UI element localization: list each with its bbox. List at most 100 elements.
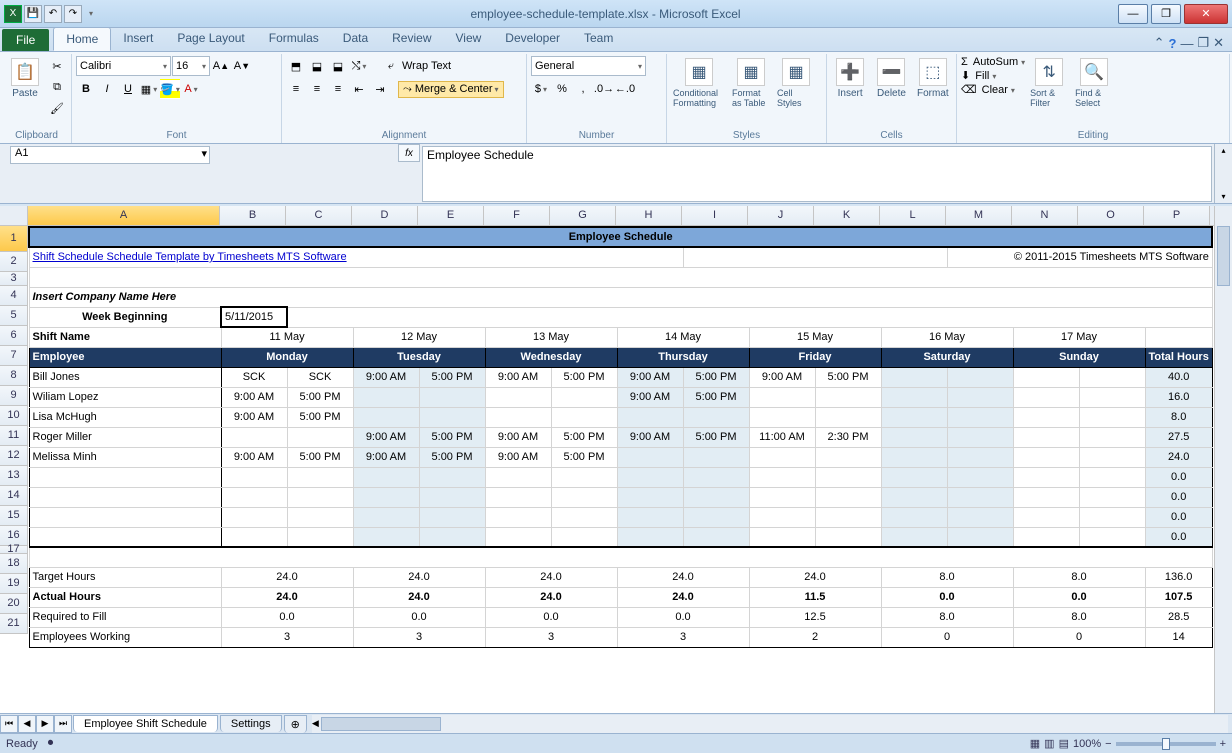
cell[interactable]: 0.0 — [1145, 467, 1212, 487]
align-middle-icon[interactable]: ⬓ — [307, 56, 327, 76]
comma-icon[interactable]: , — [573, 79, 593, 99]
cell[interactable] — [287, 467, 353, 487]
column-header[interactable]: D — [352, 206, 418, 225]
cell[interactable]: 9:00 AM — [353, 447, 419, 467]
cell[interactable] — [485, 507, 551, 527]
close-button[interactable]: ✕ — [1184, 4, 1228, 24]
file-tab[interactable]: File — [2, 29, 49, 51]
cell[interactable]: Employee — [29, 347, 221, 367]
format-painter-icon[interactable]: 🖌 — [47, 98, 67, 118]
ribbon-tab-data[interactable]: Data — [331, 27, 380, 51]
cell[interactable]: Wiliam Lopez — [29, 387, 221, 407]
row-header[interactable]: 6 — [0, 326, 27, 346]
cell-styles-button[interactable]: ▦Cell Styles — [775, 56, 817, 110]
cell[interactable]: 8.0 — [1013, 567, 1145, 587]
cell[interactable]: 27.5 — [1145, 427, 1212, 447]
cell[interactable] — [419, 527, 485, 547]
cell[interactable] — [683, 527, 749, 547]
cell[interactable] — [551, 507, 617, 527]
cell[interactable]: Employee Schedule — [29, 227, 1212, 247]
cell[interactable]: 5:00 PM — [419, 447, 485, 467]
row-header[interactable]: 18 — [0, 554, 27, 574]
column-header[interactable]: O — [1078, 206, 1144, 225]
formula-input[interactable]: Employee Schedule — [422, 146, 1212, 202]
cell[interactable] — [353, 407, 419, 427]
cell[interactable] — [1079, 427, 1145, 447]
cell[interactable]: 0.0 — [617, 607, 749, 627]
cell[interactable] — [1079, 487, 1145, 507]
cell[interactable] — [1079, 527, 1145, 547]
workbook-close-icon[interactable]: ✕ — [1213, 35, 1224, 51]
cell[interactable] — [749, 467, 815, 487]
cell[interactable] — [419, 507, 485, 527]
cell[interactable] — [29, 487, 221, 507]
cell[interactable] — [947, 407, 1013, 427]
cell[interactable] — [815, 527, 881, 547]
cell[interactable]: Roger Miller — [29, 427, 221, 447]
cell[interactable]: Actual Hours — [29, 587, 221, 607]
cell[interactable]: 9:00 AM — [221, 407, 287, 427]
cell[interactable]: 11 May — [221, 327, 353, 347]
cell[interactable] — [881, 467, 947, 487]
cell[interactable] — [551, 387, 617, 407]
font-color-icon[interactable]: A — [181, 79, 201, 99]
column-header[interactable]: C — [286, 206, 352, 225]
cell[interactable]: 8.0 — [881, 567, 1013, 587]
row-header[interactable]: 13 — [0, 466, 27, 486]
row-header[interactable]: 3 — [0, 272, 27, 286]
column-header[interactable]: I — [682, 206, 748, 225]
view-normal-icon[interactable]: ▦ — [1030, 737, 1040, 750]
decrease-decimal-icon[interactable]: ←.0 — [615, 79, 635, 99]
cell[interactable]: 9:00 AM — [617, 367, 683, 387]
currency-icon[interactable]: $ — [531, 79, 551, 99]
row-header[interactable]: 4 — [0, 286, 27, 306]
cell[interactable]: 5:00 PM — [287, 387, 353, 407]
cell[interactable] — [1013, 487, 1079, 507]
clear-button[interactable]: ⌫ Clear — [961, 83, 1025, 96]
column-header[interactable]: H — [616, 206, 682, 225]
ribbon-minimize-icon[interactable]: ⌃ — [1154, 35, 1165, 51]
orientation-icon[interactable]: ⤭ — [349, 56, 369, 76]
cell[interactable]: 5:00 PM — [551, 447, 617, 467]
cell[interactable] — [485, 407, 551, 427]
cell[interactable] — [419, 467, 485, 487]
cell[interactable]: 0.0 — [221, 607, 353, 627]
view-pagebreak-icon[interactable]: ▤ — [1059, 737, 1069, 750]
cell[interactable]: 13 May — [485, 327, 617, 347]
ribbon-tab-view[interactable]: View — [444, 27, 494, 51]
italic-button[interactable]: I — [97, 79, 117, 99]
cell[interactable] — [551, 407, 617, 427]
cell[interactable] — [749, 507, 815, 527]
row-header[interactable]: 12 — [0, 446, 27, 466]
cell[interactable] — [815, 487, 881, 507]
cell[interactable] — [353, 507, 419, 527]
cell[interactable] — [881, 387, 947, 407]
cell[interactable] — [881, 507, 947, 527]
cell[interactable]: 24.0 — [617, 587, 749, 607]
cell[interactable] — [485, 487, 551, 507]
cell[interactable] — [683, 467, 749, 487]
cell[interactable]: 9:00 AM — [749, 367, 815, 387]
cell[interactable]: 107.5 — [1145, 587, 1212, 607]
cell[interactable] — [29, 507, 221, 527]
zoom-slider[interactable] — [1116, 742, 1216, 746]
grow-font-icon[interactable]: A▲ — [211, 56, 231, 76]
cell[interactable]: 40.0 — [1145, 367, 1212, 387]
column-header[interactable]: K — [814, 206, 880, 225]
row-header[interactable]: 10 — [0, 406, 27, 426]
cell[interactable] — [947, 387, 1013, 407]
cell[interactable] — [947, 427, 1013, 447]
row-header[interactable]: 19 — [0, 574, 27, 594]
cell[interactable]: 9:00 AM — [617, 427, 683, 447]
align-bottom-icon[interactable]: ⬓ — [328, 56, 348, 76]
cell[interactable]: 5/11/2015 — [221, 307, 287, 327]
zoom-level[interactable]: 100% — [1073, 738, 1101, 750]
cell[interactable]: 17 May — [1013, 327, 1145, 347]
cell[interactable]: Total Hours — [1145, 347, 1212, 367]
cell[interactable]: 9:00 AM — [221, 387, 287, 407]
cell[interactable] — [617, 487, 683, 507]
ribbon-tab-review[interactable]: Review — [380, 27, 443, 51]
row-header[interactable]: 17 — [0, 546, 27, 554]
cell[interactable] — [287, 507, 353, 527]
insert-cells-button[interactable]: ➕Insert — [831, 56, 869, 101]
